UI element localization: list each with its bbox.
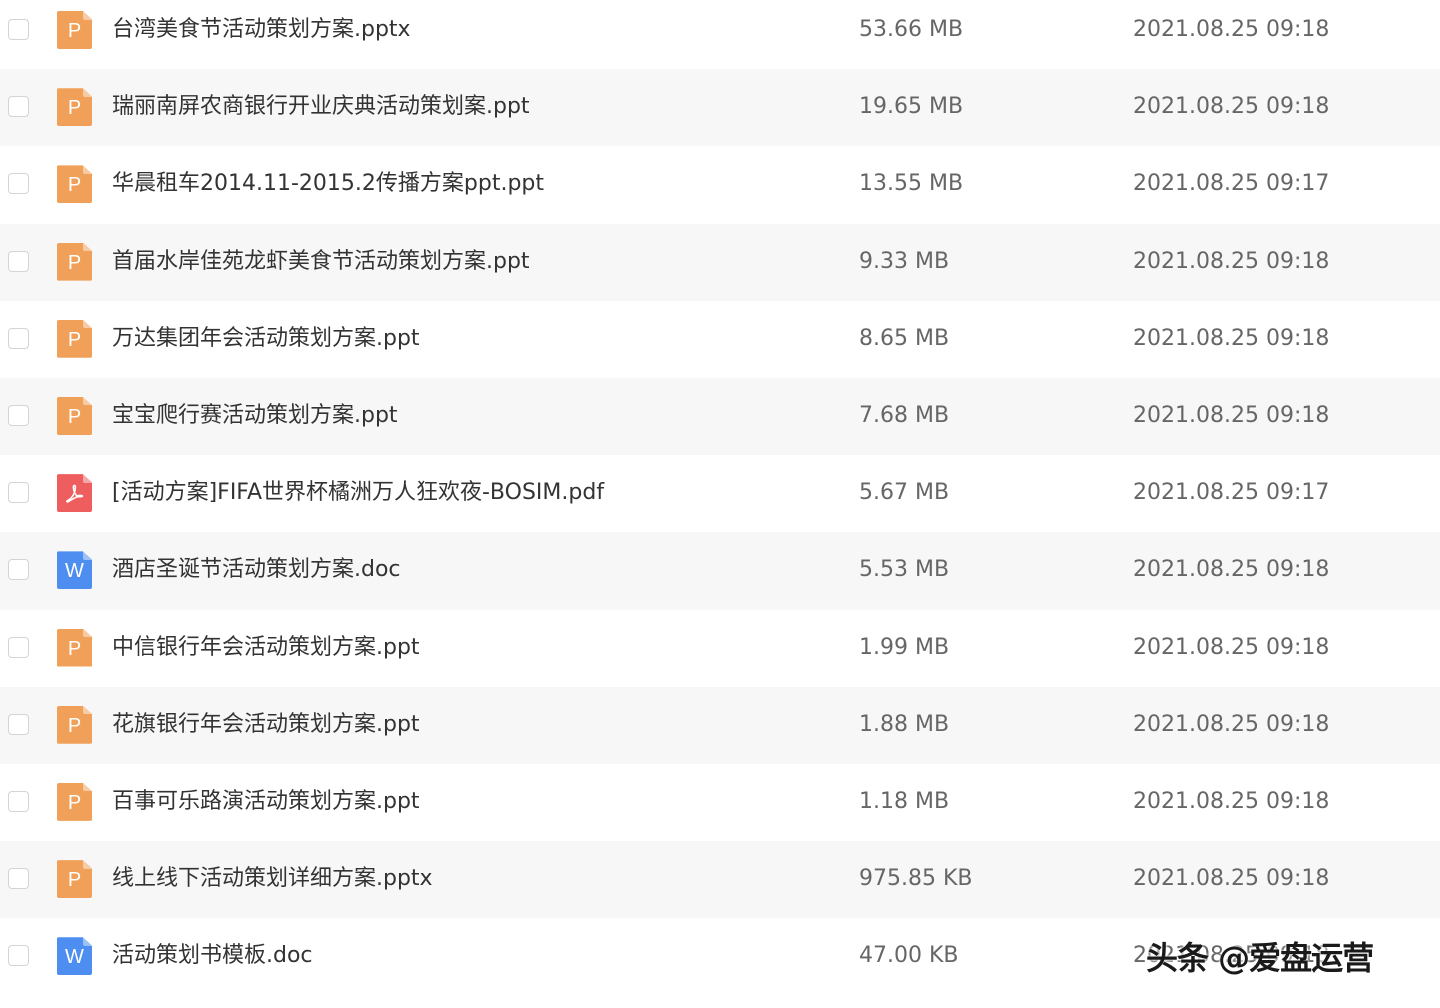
file-name[interactable]: [活动方案]FIFA世界杯橘洲万人狂欢夜-BOSIM.pdf: [112, 478, 604, 508]
powerpoint-file-icon: P: [57, 319, 92, 358]
powerpoint-file-icon: P: [57, 396, 92, 435]
file-name[interactable]: 活动策划书模板.doc: [112, 941, 313, 971]
file-type-glyph: P: [67, 714, 82, 737]
file-size: 975.85 KB: [859, 866, 973, 892]
file-type-glyph: P: [67, 251, 82, 274]
file-size: 8.65 MB: [859, 325, 950, 351]
file-modified-date: 2021.08.25 09:18: [1133, 248, 1330, 274]
file-row[interactable]: P 线上线下活动策划详细方案.pptx 975.85 KB 2021.08.25 09…: [0, 841, 1440, 919]
file-row[interactable]: P 首届水岸佳苑龙虾美食节活动策划方案.ppt 9.33 MB 2021.08.25 …: [0, 223, 1440, 301]
file-type-glyph: P: [67, 20, 82, 42]
file-modified-date: 2021.08.25 09:18: [1133, 788, 1330, 814]
file-size: 53.66 MB: [859, 17, 964, 42]
file-size: 9.33 MB: [859, 248, 950, 274]
file-row[interactable]: P 瑞丽南屏农商银行开业庆典活动策划案.ppt 19.65 MB 2021.08.25…: [0, 69, 1440, 147]
powerpoint-file-icon: P: [57, 165, 92, 204]
file-row[interactable]: P 百事可乐路演活动策划方案.ppt 1.18 MB 2021.08.25 09:18: [0, 763, 1440, 842]
file-checkbox[interactable]: [8, 559, 29, 581]
file-type-glyph: W: [65, 946, 84, 969]
watermark: 头条 @爱盘运营: [1146, 939, 1374, 977]
file-row[interactable]: P 中信银行年会活动策划方案.ppt 1.99 MB 2021.08.25 09:18: [0, 609, 1440, 687]
file-checkbox[interactable]: [8, 790, 29, 812]
file-modified-date: 2021.08.25 09:18: [1133, 634, 1330, 660]
file-modified-date: 2021.08.25 09:18: [1133, 557, 1330, 583]
file-size: 47.00 KB: [859, 943, 959, 969]
file-row[interactable]: P 台湾美食节活动策划方案.pptx 53.66 MB 2021.08.25 09:1…: [0, 0, 1440, 70]
file-name[interactable]: 百事可乐路演活动策划方案.ppt: [112, 787, 420, 817]
file-type-glyph: P: [67, 791, 82, 814]
file-name[interactable]: 瑞丽南屏农商银行开业庆典活动策划案.ppt: [112, 92, 530, 122]
file-checkbox[interactable]: [8, 404, 29, 426]
file-row[interactable]: P 华晨租车2014.11-2015.2传播方案ppt.ppt 13.55 MB 20…: [0, 146, 1440, 224]
file-checkbox[interactable]: [8, 19, 29, 40]
file-modified-date: 2021.08.25 09:18: [1133, 325, 1330, 351]
file-name[interactable]: 线上线下活动策划详细方案.pptx: [112, 864, 433, 894]
file-row[interactable]: P 花旗银行年会活动策划方案.ppt 1.88 MB 2021.08.25 09:18: [0, 686, 1440, 764]
file-type-glyph: P: [67, 637, 82, 660]
file-checkbox[interactable]: [8, 868, 29, 890]
powerpoint-file-icon: P: [57, 11, 92, 49]
word-file-icon: W: [57, 937, 92, 976]
powerpoint-file-icon: P: [57, 782, 92, 821]
file-modified-date: 2021.08.25 09:17: [1133, 480, 1330, 506]
file-checkbox[interactable]: [8, 96, 29, 118]
powerpoint-file-icon: P: [57, 860, 92, 899]
file-name[interactable]: 酒店圣诞节活动策划方案.doc: [112, 555, 401, 585]
file-checkbox[interactable]: [8, 327, 29, 349]
powerpoint-file-icon: P: [57, 242, 92, 281]
file-size: 1.18 MB: [859, 788, 950, 814]
file-modified-date: 2021.08.25 09:17: [1133, 171, 1330, 197]
file-checkbox[interactable]: [8, 713, 29, 735]
file-size: 1.99 MB: [859, 634, 950, 660]
powerpoint-file-icon: P: [57, 88, 92, 127]
file-size: 13.55 MB: [859, 171, 964, 197]
file-name[interactable]: 中信银行年会活动策划方案.ppt: [112, 633, 420, 663]
file-modified-date: 2021.08.25 09:18: [1133, 711, 1330, 737]
file-size: 5.53 MB: [859, 557, 950, 583]
file-checkbox[interactable]: [8, 173, 29, 195]
file-name[interactable]: 花旗银行年会活动策划方案.ppt: [112, 710, 420, 740]
file-name[interactable]: 宝宝爬行赛活动策划方案.ppt: [112, 401, 398, 431]
file-row[interactable]: [活动方案]FIFA世界杯橘洲万人狂欢夜-BOSIM.pdf 5.67 MB 202…: [0, 455, 1440, 533]
file-type-glyph: W: [65, 560, 84, 583]
file-row[interactable]: W 酒店圣诞节活动策划方案.doc 5.53 MB 2021.08.25 09:18: [0, 532, 1440, 610]
file-checkbox[interactable]: [8, 250, 29, 272]
file-size: 5.67 MB: [859, 480, 950, 506]
file-row[interactable]: P 万达集团年会活动策划方案.ppt 8.65 MB 2021.08.25 09:18: [0, 300, 1440, 378]
powerpoint-file-icon: P: [57, 705, 92, 744]
file-size: 7.68 MB: [859, 402, 950, 428]
acrobat-glyph: [66, 484, 84, 503]
file-name[interactable]: 首届水岸佳苑龙虾美食节活动策划方案.ppt: [112, 247, 530, 277]
file-checkbox[interactable]: [8, 482, 29, 504]
file-checkbox[interactable]: [8, 945, 29, 967]
file-type-glyph: P: [67, 869, 82, 892]
file-size: 19.65 MB: [859, 94, 964, 120]
file-modified-date: 2021.08.25 09:18: [1133, 94, 1330, 120]
file-modified-date: 2021.08.25 09:18: [1133, 17, 1330, 42]
file-size: 1.88 MB: [859, 711, 950, 737]
word-file-icon: W: [57, 551, 92, 590]
file-type-glyph: P: [67, 328, 82, 351]
file-row[interactable]: P 宝宝爬行赛活动策划方案.ppt 7.68 MB 2021.08.25 09:18: [0, 377, 1440, 456]
file-name[interactable]: 台湾美食节活动策划方案.pptx: [112, 15, 411, 45]
pdf-file-icon: [57, 474, 92, 513]
file-type-glyph: P: [67, 405, 82, 428]
file-list: P 台湾美食节活动策划方案.pptx 53.66 MB 2021.08.25 09:1…: [0, 0, 1440, 996]
file-type-glyph: P: [67, 174, 82, 197]
file-checkbox[interactable]: [8, 636, 29, 658]
powerpoint-file-icon: P: [57, 628, 92, 667]
file-name[interactable]: 华晨租车2014.11-2015.2传播方案ppt.ppt: [112, 169, 544, 199]
file-name[interactable]: 万达集团年会活动策划方案.ppt: [112, 324, 420, 354]
file-modified-date: 2021.08.25 09:18: [1133, 866, 1330, 892]
file-type-glyph: P: [67, 97, 82, 120]
file-modified-date: 2021.08.25 09:18: [1133, 402, 1330, 428]
